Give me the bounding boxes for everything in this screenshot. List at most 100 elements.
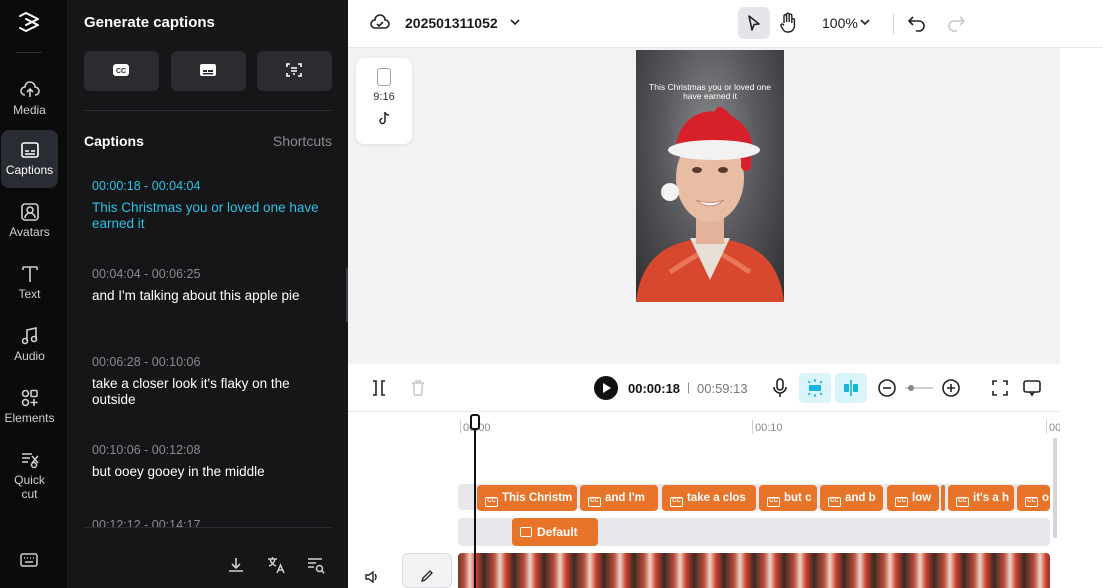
caption-time: 00:10:06 - 00:12:08 [92, 443, 201, 457]
caption-clip[interactable]: CC This Christm [477, 485, 577, 511]
caption-text[interactable]: and I'm talking about this apple pie [92, 288, 322, 304]
aspect-ratio-card[interactable]: 9:16 [356, 58, 412, 144]
panel-bottom-divider [84, 527, 332, 528]
video-caption-overlay[interactable]: This Christmas you or loved one have ear… [646, 83, 774, 101]
playhead-handle[interactable] [470, 414, 480, 430]
caption-clip[interactable]: CC take a clos [662, 485, 756, 511]
rail-item-audio[interactable]: Audio [1, 316, 58, 374]
volume-icon[interactable] [364, 569, 380, 585]
default-style-clip[interactable]: Default [512, 518, 598, 546]
split-icon[interactable] [370, 378, 388, 398]
cloud-upload-icon [19, 81, 40, 97]
caption-item[interactable]: 00:06:28 - 00:10:06 take a closer look i… [92, 354, 322, 408]
caption-clip-label: o [1042, 492, 1050, 504]
capcut-logo-icon[interactable] [17, 10, 41, 34]
translate-icon[interactable] [266, 555, 286, 575]
zoom-level[interactable]: 100% [822, 15, 858, 31]
auto-captions-button[interactable]: CC [84, 51, 159, 91]
video-preview[interactable]: This Christmas you or loved one have ear… [636, 50, 784, 302]
redo-icon[interactable] [946, 13, 966, 33]
chevron-down-icon[interactable] [508, 15, 522, 29]
chevron-down-icon[interactable] [858, 15, 872, 29]
music-note-icon [21, 327, 37, 345]
capcut-editor: Media Captions Avatars Text Audio Elemen… [0, 0, 1103, 588]
rail-label: Elements [4, 411, 55, 425]
video-track-clip[interactable] [458, 553, 1050, 588]
cloud-sync-icon[interactable] [370, 13, 390, 33]
rail-item-text[interactable]: Text [1, 254, 58, 312]
undo-icon[interactable] [907, 13, 927, 33]
caption-clip[interactable]: CC and b [820, 485, 883, 511]
top-bar: 202501311052 100% [348, 0, 1103, 48]
auto-snap-button[interactable] [799, 373, 831, 403]
microphone-icon[interactable] [768, 376, 792, 400]
play-button[interactable] [594, 376, 618, 400]
caption-time: 00:04:04 - 00:06:25 [92, 267, 201, 281]
subtitle-icon [520, 527, 532, 537]
caption-item[interactable]: 00:10:06 - 00:12:08 but ooey gooey in th… [92, 442, 322, 480]
shortcuts-link[interactable]: Shortcuts [273, 133, 332, 149]
timeline[interactable]: 00:00 00:10 00: CCThis Christm CCand I'm… [348, 412, 1060, 588]
keyboard-icon[interactable] [19, 550, 39, 570]
caption-clip[interactable]: CC but c [759, 485, 817, 511]
rail-item-media[interactable]: Media [1, 70, 58, 128]
captions-panel: Generate captions CC Captions Shortcuts … [68, 0, 348, 588]
align-button[interactable] [835, 373, 867, 403]
svg-text:CC: CC [116, 68, 126, 75]
search-captions-icon[interactable] [306, 555, 326, 575]
caption-clip[interactable]: CC o [1017, 485, 1050, 511]
rail-item-quick-cut[interactable]: Quick cut [1, 440, 58, 510]
zoom-in-icon[interactable] [939, 376, 963, 400]
select-tool-button[interactable] [738, 7, 770, 39]
cover-button[interactable] [402, 553, 452, 588]
panel-title: Generate captions [84, 14, 215, 31]
caption-clip[interactable]: CC it's a h [948, 485, 1014, 511]
caption-clip[interactable]: CC low [887, 485, 939, 511]
hand-tool-icon[interactable] [778, 12, 798, 34]
rail-label-2: cut [21, 487, 38, 501]
right-panel-strip [1060, 48, 1103, 588]
caption-text[interactable]: This Christmas you or loved one have ear… [92, 200, 322, 232]
subtitle-icon [200, 64, 216, 76]
zoom-slider-knob[interactable] [908, 385, 914, 391]
transcript-captions-button[interactable] [257, 51, 332, 91]
cursor-arrow-icon [748, 15, 760, 31]
preview-area: 9:16 This Christmas you or loved one hav… [348, 48, 1060, 364]
caption-item[interactable]: 00:04:04 - 00:06:25 and I'm talking abou… [92, 266, 322, 304]
zoom-out-icon[interactable] [875, 376, 899, 400]
caption-clip[interactable] [941, 485, 945, 511]
ruler-label: 00: [1049, 422, 1060, 434]
feedback-icon[interactable] [1020, 376, 1044, 400]
caption-item[interactable]: 00:12:12 - 00:14:17 [92, 517, 322, 527]
caption-text[interactable]: take a closer look it's flaky on the out… [92, 376, 322, 408]
ruler-tick [752, 420, 753, 434]
rail-label: Text [18, 287, 41, 301]
cc-icon: CC [670, 497, 683, 507]
cc-icon: CC [895, 497, 908, 507]
cc-icon: CC [767, 497, 780, 507]
total-duration: 00:59:13 [697, 381, 748, 396]
caption-clip-label: it's a h [973, 492, 1009, 504]
rail-item-captions[interactable]: Captions [1, 130, 58, 188]
playhead[interactable] [474, 424, 476, 588]
caption-clip[interactable]: CC and I'm [580, 485, 658, 511]
time-separator: | [687, 380, 691, 394]
fullscreen-icon[interactable] [988, 376, 1012, 400]
rail-item-avatars[interactable]: Avatars [1, 192, 58, 250]
rail-item-elements[interactable]: Elements [1, 378, 58, 436]
rail-label: Quick [14, 473, 45, 487]
cc-icon: CC [828, 497, 841, 507]
panel-divider [84, 110, 332, 111]
project-name[interactable]: 202501311052 [405, 15, 498, 31]
trash-icon[interactable] [409, 378, 427, 398]
download-icon[interactable] [226, 555, 246, 575]
timeline-scrollbar[interactable] [1053, 438, 1057, 538]
caption-text[interactable]: but ooey gooey in the middle [92, 464, 322, 480]
text-icon [21, 266, 38, 282]
caption-item[interactable]: 00:00:18 - 00:04:04 This Christmas you o… [92, 178, 322, 232]
rail-label: Media [13, 103, 46, 117]
quick-cut-icon [21, 453, 39, 469]
cc-icon: CC [588, 497, 601, 507]
manual-captions-button[interactable] [171, 51, 246, 91]
captions-heading: Captions [84, 133, 144, 149]
